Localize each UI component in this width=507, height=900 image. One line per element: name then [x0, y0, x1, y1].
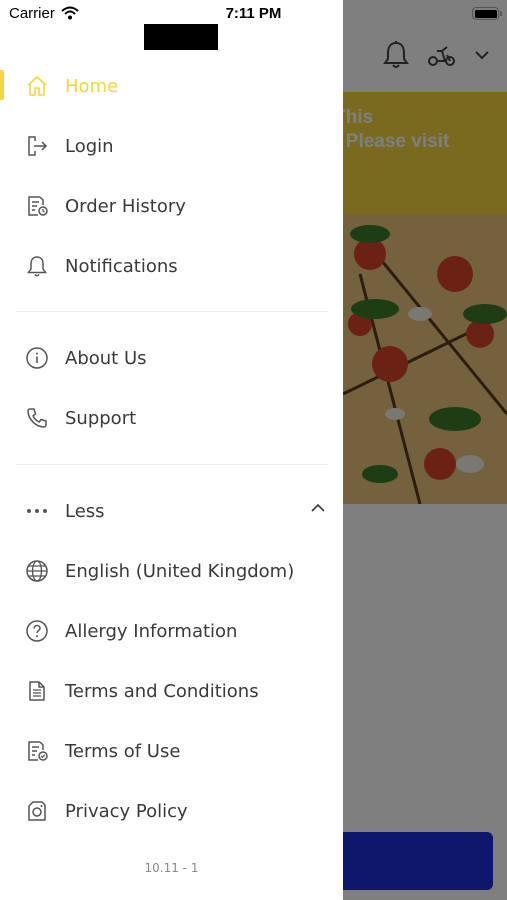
status-bar: Carrier 7:11 PM	[0, 0, 507, 28]
bell-icon	[24, 253, 50, 279]
more-dots-icon	[24, 498, 50, 524]
status-time: 7:11 PM	[225, 5, 282, 22]
navigation-drawer: Home Login Order History Notifications A…	[0, 0, 343, 900]
menu-item-label: Allergy Information	[65, 620, 238, 642]
menu-divider	[16, 464, 328, 465]
document-check-icon	[24, 738, 50, 764]
globe-icon	[24, 558, 50, 584]
privacy-icon	[24, 798, 50, 824]
menu-item-about-us[interactable]: About Us	[0, 328, 343, 388]
menu-item-allergy-information[interactable]: Allergy Information	[0, 601, 343, 661]
chevron-up-icon	[311, 503, 325, 512]
menu-item-label: English (United Kingdom)	[65, 560, 295, 582]
menu-item-label: Order History	[65, 195, 186, 217]
menu-divider	[16, 311, 328, 312]
order-history-icon	[24, 193, 50, 219]
menu-item-label: Privacy Policy	[65, 800, 188, 822]
menu-item-label: Less	[65, 500, 105, 522]
battery-icon	[472, 7, 502, 20]
menu-item-label: Login	[65, 135, 114, 157]
phone-icon	[24, 405, 50, 431]
menu-item-label: Home	[65, 75, 119, 97]
menu-item-terms-of-use[interactable]: Terms of Use	[0, 721, 343, 781]
menu-item-home[interactable]: Home	[0, 56, 343, 116]
menu-item-label: Notifications	[65, 255, 178, 277]
menu-item-language[interactable]: English (United Kingdom)	[0, 541, 343, 601]
menu-item-privacy-policy[interactable]: Privacy Policy	[0, 781, 343, 841]
app-version: 10.11 - 1	[144, 861, 199, 875]
menu-item-order-history[interactable]: Order History	[0, 176, 343, 236]
menu-item-less-toggle[interactable]: Less	[0, 481, 343, 541]
document-icon	[24, 678, 50, 704]
menu-item-support[interactable]: Support	[0, 388, 343, 448]
menu-item-label: Support	[65, 407, 137, 429]
login-icon	[24, 133, 50, 159]
menu-item-terms-and-conditions[interactable]: Terms and Conditions	[0, 661, 343, 721]
menu-item-label: About Us	[65, 347, 147, 369]
menu-item-label: Terms of Use	[65, 740, 181, 762]
menu-item-notifications[interactable]: Notifications	[0, 236, 343, 296]
question-icon	[24, 618, 50, 644]
menu-item-label: Terms and Conditions	[65, 680, 259, 702]
home-icon	[24, 73, 50, 99]
info-icon	[24, 345, 50, 371]
menu-item-login[interactable]: Login	[0, 116, 343, 176]
